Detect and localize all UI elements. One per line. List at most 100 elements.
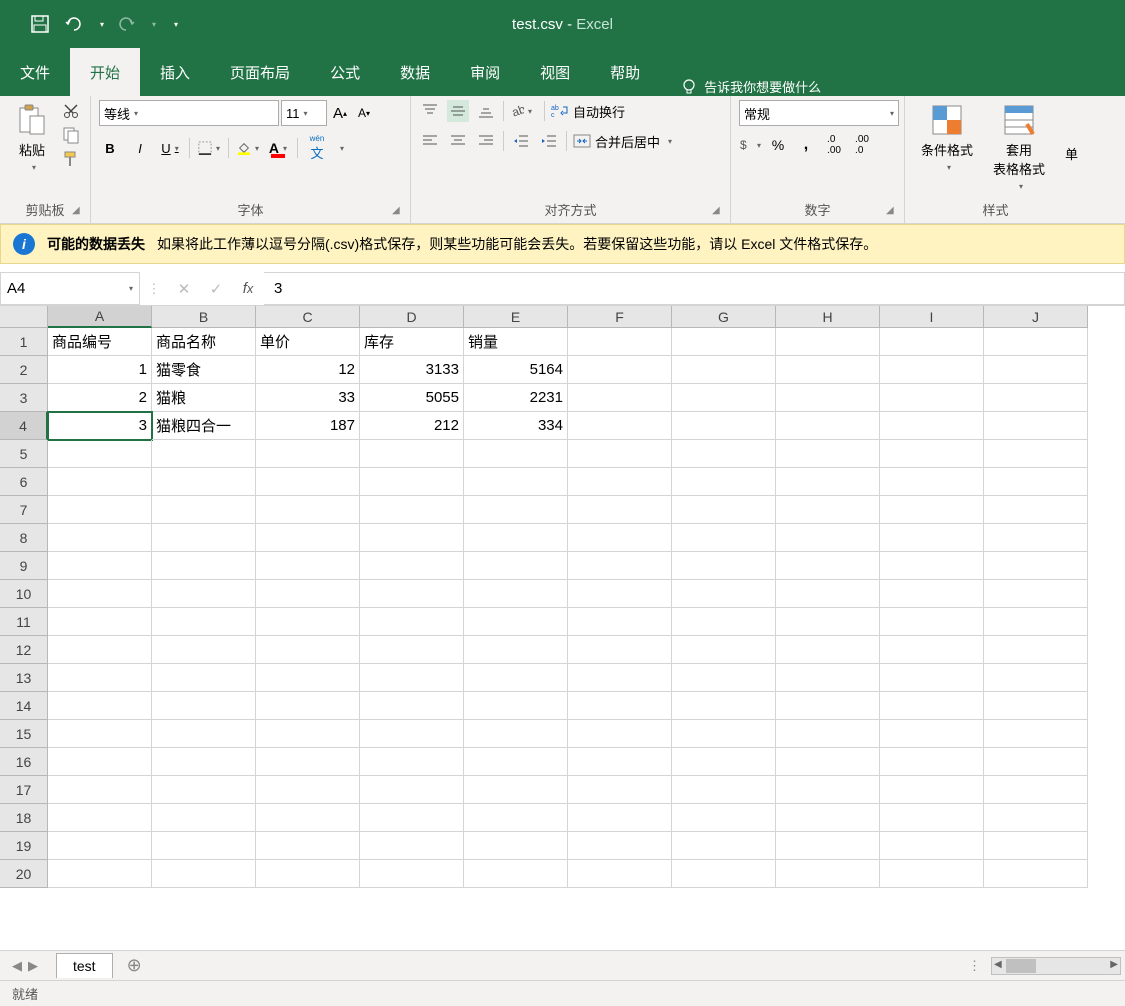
cell-B12[interactable] — [152, 636, 256, 664]
cell-J6[interactable] — [984, 468, 1088, 496]
cell-E2[interactable]: 5164 — [464, 356, 568, 384]
horizontal-scrollbar[interactable]: ◀▶ — [991, 957, 1121, 975]
cell-H12[interactable] — [776, 636, 880, 664]
cell-C9[interactable] — [256, 552, 360, 580]
increase-decimal-button[interactable]: .0.00 — [823, 134, 845, 156]
cell-J2[interactable] — [984, 356, 1088, 384]
cell-A14[interactable] — [48, 692, 152, 720]
cell-B17[interactable] — [152, 776, 256, 804]
row-header-17[interactable]: 17 — [0, 776, 48, 804]
row-header-12[interactable]: 12 — [0, 636, 48, 664]
cell-H20[interactable] — [776, 860, 880, 888]
cell-A4[interactable]: 3 — [48, 412, 152, 440]
tab-data[interactable]: 数据 — [380, 48, 450, 96]
cell-E15[interactable] — [464, 720, 568, 748]
format-painter-button[interactable] — [60, 148, 82, 170]
cell-E9[interactable] — [464, 552, 568, 580]
cell-I8[interactable] — [880, 524, 984, 552]
increase-font-button[interactable]: A▴ — [329, 102, 351, 124]
cell-G2[interactable] — [672, 356, 776, 384]
cell-G8[interactable] — [672, 524, 776, 552]
cell-F16[interactable] — [568, 748, 672, 776]
italic-button[interactable]: I — [129, 137, 151, 159]
cell-J5[interactable] — [984, 440, 1088, 468]
cell-C8[interactable] — [256, 524, 360, 552]
cell-I2[interactable] — [880, 356, 984, 384]
cell-E16[interactable] — [464, 748, 568, 776]
wrap-text-button[interactable]: abc自动换行 — [551, 100, 625, 122]
redo-button[interactable] — [114, 12, 138, 36]
cell-D6[interactable] — [360, 468, 464, 496]
cell-C3[interactable]: 33 — [256, 384, 360, 412]
cell-D12[interactable] — [360, 636, 464, 664]
cut-button[interactable] — [60, 100, 82, 122]
cell-E8[interactable] — [464, 524, 568, 552]
row-header-16[interactable]: 16 — [0, 748, 48, 776]
cell-D13[interactable] — [360, 664, 464, 692]
column-header-I[interactable]: I — [880, 306, 984, 328]
cell-B1[interactable]: 商品名称 — [152, 328, 256, 356]
cell-B18[interactable] — [152, 804, 256, 832]
cell-G12[interactable] — [672, 636, 776, 664]
cell-A9[interactable] — [48, 552, 152, 580]
cell-I3[interactable] — [880, 384, 984, 412]
column-header-H[interactable]: H — [776, 306, 880, 328]
fill-color-button[interactable]: ▾ — [237, 137, 259, 159]
cell-G18[interactable] — [672, 804, 776, 832]
select-all-corner[interactable] — [0, 306, 48, 328]
cell-H19[interactable] — [776, 832, 880, 860]
cell-H10[interactable] — [776, 580, 880, 608]
cell-D4[interactable]: 212 — [360, 412, 464, 440]
column-header-A[interactable]: A — [48, 306, 152, 328]
font-name-combo[interactable]: 等线▾ — [99, 100, 279, 126]
cell-E13[interactable] — [464, 664, 568, 692]
cell-F12[interactable] — [568, 636, 672, 664]
align-middle-button[interactable] — [447, 100, 469, 122]
insert-function-button[interactable]: fx — [232, 280, 264, 297]
copy-button[interactable] — [60, 124, 82, 146]
cell-H15[interactable] — [776, 720, 880, 748]
cell-G9[interactable] — [672, 552, 776, 580]
cell-B2[interactable]: 猫零食 — [152, 356, 256, 384]
cell-J13[interactable] — [984, 664, 1088, 692]
tab-view[interactable]: 视图 — [520, 48, 590, 96]
sheet-nav-prev[interactable]: ◀ — [12, 958, 22, 974]
cell-A15[interactable] — [48, 720, 152, 748]
cell-F19[interactable] — [568, 832, 672, 860]
cell-G4[interactable] — [672, 412, 776, 440]
cell-J11[interactable] — [984, 608, 1088, 636]
row-header-18[interactable]: 18 — [0, 804, 48, 832]
row-header-13[interactable]: 13 — [0, 664, 48, 692]
cell-D15[interactable] — [360, 720, 464, 748]
cell-J19[interactable] — [984, 832, 1088, 860]
cell-B14[interactable] — [152, 692, 256, 720]
align-left-button[interactable] — [419, 130, 441, 152]
cell-G7[interactable] — [672, 496, 776, 524]
cell-D7[interactable] — [360, 496, 464, 524]
cell-H7[interactable] — [776, 496, 880, 524]
row-header-5[interactable]: 5 — [0, 440, 48, 468]
cell-I16[interactable] — [880, 748, 984, 776]
cell-I13[interactable] — [880, 664, 984, 692]
cell-E10[interactable] — [464, 580, 568, 608]
cell-C15[interactable] — [256, 720, 360, 748]
cell-B16[interactable] — [152, 748, 256, 776]
cell-D18[interactable] — [360, 804, 464, 832]
cell-E11[interactable] — [464, 608, 568, 636]
cell-I1[interactable] — [880, 328, 984, 356]
underline-button[interactable]: U▾ — [159, 137, 181, 159]
cell-I9[interactable] — [880, 552, 984, 580]
row-header-3[interactable]: 3 — [0, 384, 48, 412]
cell-F8[interactable] — [568, 524, 672, 552]
accounting-format-button[interactable]: $▾ — [739, 134, 761, 156]
column-header-F[interactable]: F — [568, 306, 672, 328]
decrease-font-button[interactable]: A▾ — [353, 102, 375, 124]
cell-I10[interactable] — [880, 580, 984, 608]
cell-A20[interactable] — [48, 860, 152, 888]
formula-bar[interactable]: 3 — [264, 272, 1125, 305]
cell-E14[interactable] — [464, 692, 568, 720]
cell-B13[interactable] — [152, 664, 256, 692]
cell-C11[interactable] — [256, 608, 360, 636]
cell-F9[interactable] — [568, 552, 672, 580]
qat-customize-icon[interactable]: ▾ — [174, 20, 178, 29]
